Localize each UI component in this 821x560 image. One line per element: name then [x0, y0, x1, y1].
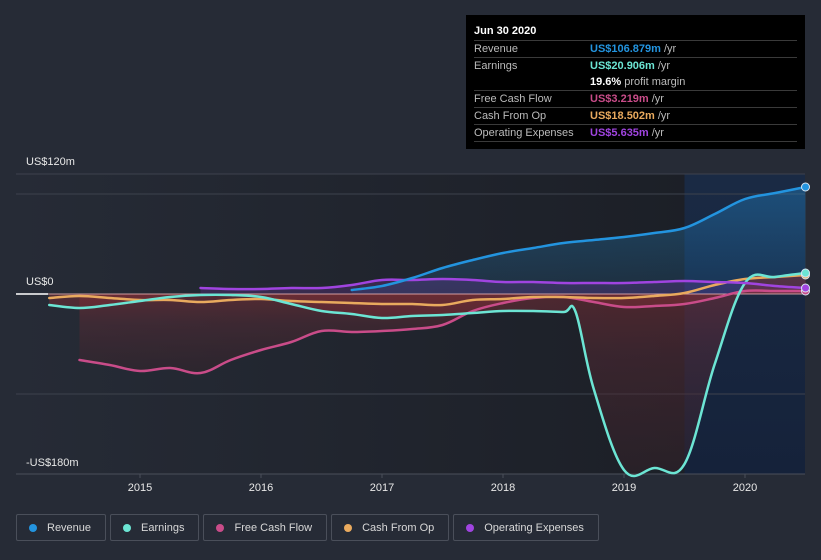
- tooltip-value: US$20.906m: [590, 60, 655, 72]
- legend-label: Revenue: [47, 521, 92, 534]
- tooltip-label: [474, 74, 590, 90]
- tooltip-row: Free Cash Flow US$3.219m/yr: [474, 91, 797, 108]
- tooltip-unit: /yr: [663, 43, 677, 55]
- x-tick-label: 2016: [249, 482, 273, 494]
- tooltip-panel: Jun 30 2020 Revenue US$106.879m/yr Earning…: [466, 15, 805, 149]
- tooltip-row: 19.6% profit margin: [474, 74, 797, 91]
- revenue-endpoint: [801, 182, 810, 192]
- tooltip-unit: /yr: [657, 110, 671, 122]
- tooltip-value: US$5.635m: [590, 127, 649, 139]
- legend-dot-icon: [123, 523, 132, 532]
- tooltip-row: Revenue US$106.879m/yr: [474, 41, 797, 58]
- legend-label: Operating Expenses: [484, 521, 584, 534]
- tooltip-row: Earnings US$20.906m/yr: [474, 58, 797, 74]
- x-tick-label: 2020: [733, 482, 757, 494]
- legend-label: Cash From Op: [362, 521, 435, 534]
- tooltip-row: Cash From Op US$18.502m/yr: [474, 108, 797, 125]
- tooltip-value: 19.6%: [590, 76, 622, 88]
- legend-dot-icon: [29, 523, 37, 532]
- x-tick-label: 2015: [128, 482, 152, 494]
- legend-item-earnings[interactable]: Earnings: [110, 514, 200, 541]
- legend: Revenue Earnings Free Cash Flow Cash From O…: [16, 514, 599, 541]
- x-tick-label: 2017: [370, 482, 394, 494]
- tooltip-row: Operating Expenses US$5.635m/yr: [474, 125, 797, 142]
- legend-label: Earnings: [141, 521, 185, 534]
- tooltip-unit: profit margin: [624, 76, 686, 88]
- tooltip-label: Earnings: [474, 60, 518, 72]
- y-tick-label: -US$180m: [26, 457, 79, 469]
- tooltip-label: Revenue: [474, 43, 519, 55]
- tooltip-unit: /yr: [657, 60, 671, 72]
- operating-expenses-endpoint: [801, 283, 810, 293]
- tooltip-date: Jun 30 2020: [474, 23, 797, 41]
- legend-dot-icon: [344, 523, 353, 532]
- legend-dot-icon: [216, 523, 225, 532]
- x-tick-label: 2018: [491, 482, 515, 494]
- tooltip-value: US$106.879m: [590, 43, 661, 55]
- tooltip-unit: /yr: [651, 93, 664, 105]
- tooltip-value: US$18.502m: [590, 110, 655, 122]
- legend-item-revenue[interactable]: Revenue: [16, 514, 107, 541]
- y-tick-label: US$0: [26, 276, 54, 288]
- y-tick-label: US$120m: [26, 156, 75, 168]
- tooltip-label: Free Cash Flow: [474, 93, 552, 105]
- tooltip-value: US$3.219m: [590, 93, 649, 105]
- tooltip-unit: /yr: [651, 127, 664, 139]
- legend-item-cash-from-op[interactable]: Cash From Op: [331, 514, 450, 541]
- tooltip-label: Cash From Op: [474, 110, 547, 122]
- legend-label: Free Cash Flow: [234, 521, 313, 534]
- tooltip-label: Operating Expenses: [474, 127, 574, 139]
- legend-item-operating-expenses[interactable]: Operating Expenses: [453, 514, 599, 541]
- x-tick-label: 2019: [612, 482, 636, 494]
- legend-dot-icon: [466, 523, 475, 532]
- earnings-endpoint: [801, 268, 810, 278]
- legend-item-free-cash-flow[interactable]: Free Cash Flow: [203, 514, 328, 541]
